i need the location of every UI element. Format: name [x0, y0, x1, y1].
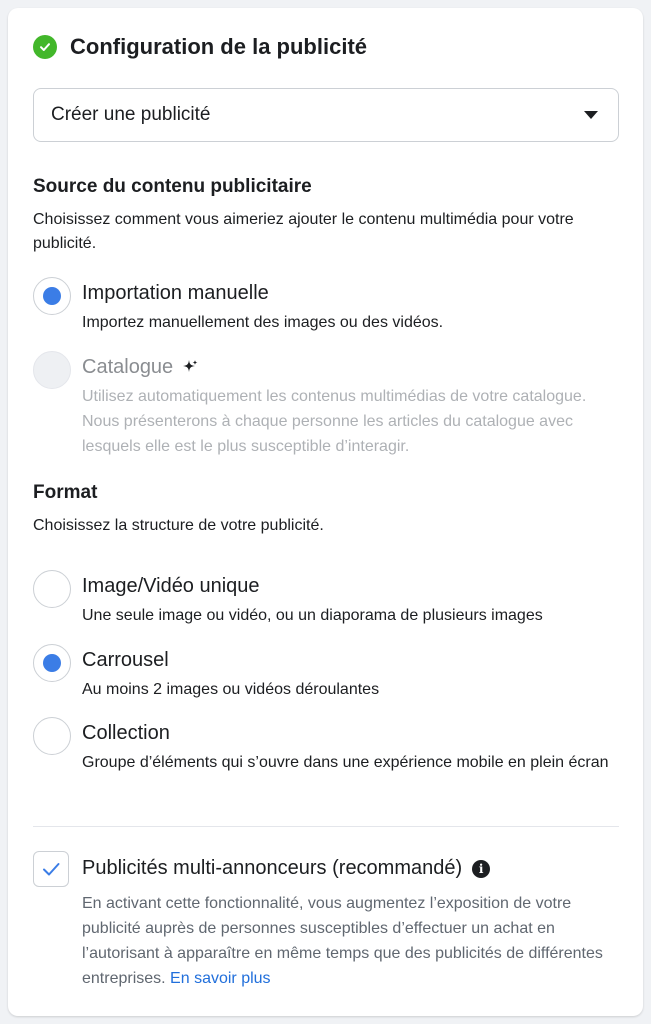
- option-description: Importez manuellement des images ou des …: [82, 314, 444, 331]
- format-section-description: Choisissez la structure de votre publici…: [33, 517, 324, 534]
- radio-collection[interactable]: [33, 717, 71, 755]
- option-description: Au moins 2 images ou vidéos déroulantes: [82, 681, 380, 698]
- option-label: Importation manuelle: [82, 282, 269, 304]
- description-text: En activant cette fonctionnalité, vous a…: [82, 895, 603, 987]
- checkmark-icon: [43, 863, 60, 876]
- option-description: Une seule image ou vidéo, ou un diaporam…: [82, 607, 543, 624]
- divider: [33, 826, 619, 827]
- check-circle-icon: [33, 35, 57, 59]
- radio-catalogue: [33, 351, 71, 389]
- info-icon[interactable]: i: [472, 859, 491, 878]
- option-label: Carrousel: [82, 649, 169, 671]
- source-section-description: Choisissez comment vous aimeriez ajouter…: [33, 211, 574, 252]
- option-label: Collection: [82, 722, 170, 744]
- radio-manual-import[interactable]: [33, 277, 71, 315]
- page-title: Configuration de la publicité: [70, 34, 367, 59]
- option-label-catalogue: Catalogue: [82, 356, 199, 379]
- source-section-title: Source du contenu publicitaire: [33, 176, 312, 197]
- multi-advertiser-description: En activant cette fonctionnalité, vous a…: [82, 891, 612, 991]
- sparkle-icon: [181, 359, 199, 377]
- learn-more-link[interactable]: En savoir plus: [170, 970, 271, 987]
- radio-single-image-video[interactable]: [33, 570, 71, 608]
- caret-down-icon: [584, 111, 598, 119]
- option-label: Image/Vidéo unique: [82, 575, 260, 597]
- multi-advertiser-checkbox[interactable]: [33, 851, 69, 887]
- ad-setup-card: Configuration de la publicité Créer une …: [8, 8, 643, 1016]
- ad-creation-dropdown[interactable]: Créer une publicité: [33, 88, 619, 142]
- multi-advertiser-label-row: Publicités multi-annonceurs (recommandé)…: [82, 857, 491, 880]
- section-header: Configuration de la publicité: [33, 34, 367, 60]
- radio-carousel[interactable]: [33, 644, 71, 682]
- dropdown-value: Créer une publicité: [51, 104, 211, 125]
- multi-advertiser-label: Publicités multi-annonceurs (recommandé): [82, 857, 463, 879]
- option-description: Utilisez automatiquement les contenus mu…: [82, 388, 587, 455]
- option-description: Groupe d’éléments qui s’ouvre dans une e…: [82, 754, 609, 771]
- format-section-title: Format: [33, 482, 98, 503]
- option-label: Catalogue: [82, 356, 174, 378]
